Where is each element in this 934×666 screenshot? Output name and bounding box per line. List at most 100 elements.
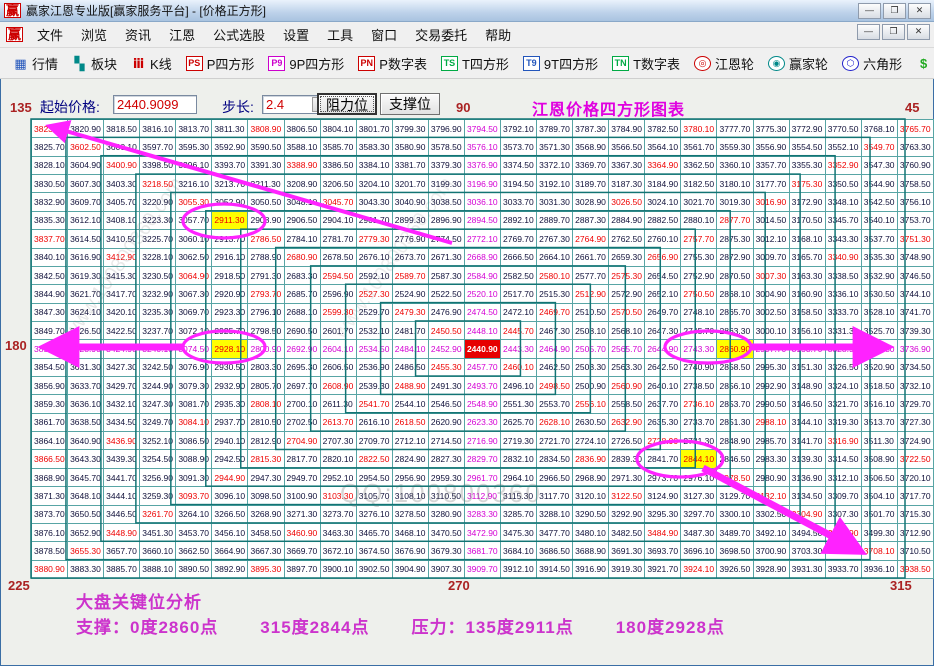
- grid-cell: 2479.30: [391, 302, 429, 322]
- child-close-button[interactable]: ✕: [907, 24, 930, 40]
- grid-cell: 3170.50: [788, 210, 826, 231]
- grid-cell: 3254.50: [139, 449, 177, 469]
- grid-cell: 3520.90: [860, 357, 898, 378]
- grid-cell: 3177.70: [752, 174, 790, 194]
- menu-item-窗口[interactable]: 窗口: [362, 22, 406, 47]
- grid-cell: 3321.70: [824, 394, 862, 414]
- title-bar: 赢 赢家江恩专业版[赢家服务平台] - [价格正方形] — ❐ ✕: [0, 0, 934, 22]
- grid-cell: 3463.30: [319, 522, 357, 543]
- grid-cell: 3412.90: [103, 247, 141, 267]
- menu-item-公式选股[interactable]: 公式选股: [204, 22, 274, 47]
- grid-cell: 2584.90: [463, 265, 502, 286]
- grid-cell: 3571.30: [536, 137, 574, 157]
- grid-cell: 3537.70: [860, 229, 898, 249]
- grid-cell: 3499.30: [860, 522, 898, 543]
- grid-cell: 3458.50: [247, 522, 285, 543]
- grid-cell: 3067.30: [175, 284, 213, 304]
- grid-cell: 3705.70: [824, 541, 862, 561]
- grid-cell: 3292.90: [608, 504, 646, 524]
- grid-cell: 2719.30: [500, 431, 538, 451]
- grid-cell: 2731.30: [680, 431, 718, 451]
- menu-item-文件[interactable]: 文件: [28, 22, 72, 47]
- grid-cell: 2676.10: [355, 247, 393, 267]
- grid-cell: 3295.30: [644, 504, 682, 524]
- toolbar-item-行情[interactable]: ▦ 行情: [6, 52, 65, 75]
- grid-cell: 3091.30: [175, 467, 213, 488]
- pressure-item: 180度2928点: [615, 618, 725, 637]
- menu-item-帮助[interactable]: 帮助: [476, 22, 520, 47]
- grid-cell: 2856.10: [716, 376, 754, 396]
- grid-cell: 3278.50: [391, 504, 429, 524]
- grid-cell: 2546.50: [427, 394, 465, 414]
- grid-cell: 3302.50: [752, 504, 790, 524]
- toolbar-item-K线[interactable]: ⅲ K线: [124, 52, 179, 75]
- toolbar-item-T四方形[interactable]: TS T四方形: [434, 52, 516, 75]
- grid-cell: 2844.10: [680, 449, 718, 469]
- toolbar-item-江恩轮[interactable]: ◎ 江恩轮: [687, 52, 761, 75]
- grid-cell: 3352.90: [824, 155, 862, 176]
- grid-cell: 3249.70: [139, 412, 177, 433]
- toolbar-item-六角形[interactable]: ⬡ 六角形: [835, 52, 909, 75]
- toolbar-item-赢家轮[interactable]: ◉ 赢家轮: [761, 52, 835, 75]
- axis-label-90: 90: [456, 100, 471, 115]
- quote-grid-icon: ▦: [14, 55, 27, 71]
- grid-cell: 2709.70: [355, 431, 393, 451]
- minimize-button[interactable]: —: [858, 3, 881, 19]
- grid-cell: 2608.90: [319, 376, 357, 396]
- grid-cell: 2690.50: [283, 320, 321, 341]
- grid-cell: 2769.70: [500, 229, 538, 249]
- grid-cell: 2707.30: [319, 431, 357, 451]
- toolbar-item-9P四方形[interactable]: P9 9P四方形: [261, 52, 351, 75]
- grid-cell: 3487.30: [680, 522, 718, 543]
- menu-item-交易委托[interactable]: 交易委托: [406, 22, 476, 47]
- menu-item-资讯[interactable]: 资讯: [116, 22, 160, 47]
- grid-cell: 2503.30: [572, 357, 610, 378]
- axis-label-225: 225: [8, 578, 30, 593]
- toolbar-item-板块[interactable]: ▚ 板块: [65, 52, 124, 75]
- grid-cell: 2572.90: [608, 284, 646, 304]
- toolbar-item-9T四方形[interactable]: T9 9T四方形: [516, 52, 605, 75]
- grid-cell: 2517.70: [500, 284, 538, 304]
- grid-cell: 3367.30: [608, 155, 646, 176]
- grid-cell: 3312.10: [824, 467, 862, 488]
- grid-cell: 2947.30: [247, 467, 285, 488]
- grid-cell: 3501.70: [860, 504, 898, 524]
- close-button[interactable]: ✕: [908, 3, 931, 19]
- grid-cell: 2474.50: [463, 302, 502, 322]
- grid-cell: 2704.90: [283, 431, 321, 451]
- grid-cell: 3715.30: [896, 504, 934, 524]
- maximize-button[interactable]: ❐: [883, 3, 906, 19]
- child-minimize-button[interactable]: —: [857, 24, 880, 40]
- support-button[interactable]: 支撑位: [380, 93, 440, 115]
- toolbar-item-赢家服务[interactable]: $赢家服务: [909, 52, 934, 75]
- grid-cell: 2726.50: [608, 431, 646, 451]
- menu-item-设置[interactable]: 设置: [274, 22, 318, 47]
- grid-cell: 2568.10: [608, 320, 646, 341]
- menu-item-江恩[interactable]: 江恩: [160, 22, 204, 47]
- grid-cell: 2755.30: [680, 247, 718, 267]
- toolbar-item-P数字表[interactable]: PN P数字表: [351, 52, 434, 75]
- start-price-input[interactable]: 2440.9099: [113, 95, 197, 114]
- grid-cell: 3420.10: [103, 302, 141, 322]
- grid-cell: 2616.10: [355, 412, 393, 433]
- child-restore-button[interactable]: ❐: [882, 24, 905, 40]
- toolbar: ▦ 行情 ▚ 板块 ⅲ K线 PS P四方形 P9 9P四方形 PN P数字表 TS T四方形 T9 9T四方…: [0, 48, 934, 79]
- grid-cell: 3847.30: [30, 302, 69, 322]
- toolbar-item-T数字表[interactable]: TN T数字表: [605, 52, 687, 75]
- grid-cell: 3213.70: [211, 174, 249, 194]
- grid-cell: 2700.10: [283, 394, 321, 414]
- grid-cell: 2570.50: [608, 302, 646, 322]
- grid-cell: 3775.30: [752, 118, 790, 139]
- grid-cell: 3216.10: [175, 174, 213, 194]
- grid-cell: 2860.90: [716, 339, 754, 359]
- menu-item-工具[interactable]: 工具: [318, 22, 362, 47]
- grid-cell: 3648.10: [67, 486, 105, 506]
- toolbar-item-P四方形[interactable]: PS P四方形: [179, 52, 262, 75]
- resistance-button[interactable]: 阻力位: [317, 93, 377, 115]
- grid-cell: 2983.30: [752, 449, 790, 469]
- grid-cell: 3400.90: [103, 155, 141, 176]
- grid-cell: 3542.50: [860, 192, 898, 212]
- menu-item-浏览[interactable]: 浏览: [72, 22, 116, 47]
- grid-cell: 3120.10: [572, 486, 610, 506]
- grid-cell: 3223.30: [139, 210, 177, 231]
